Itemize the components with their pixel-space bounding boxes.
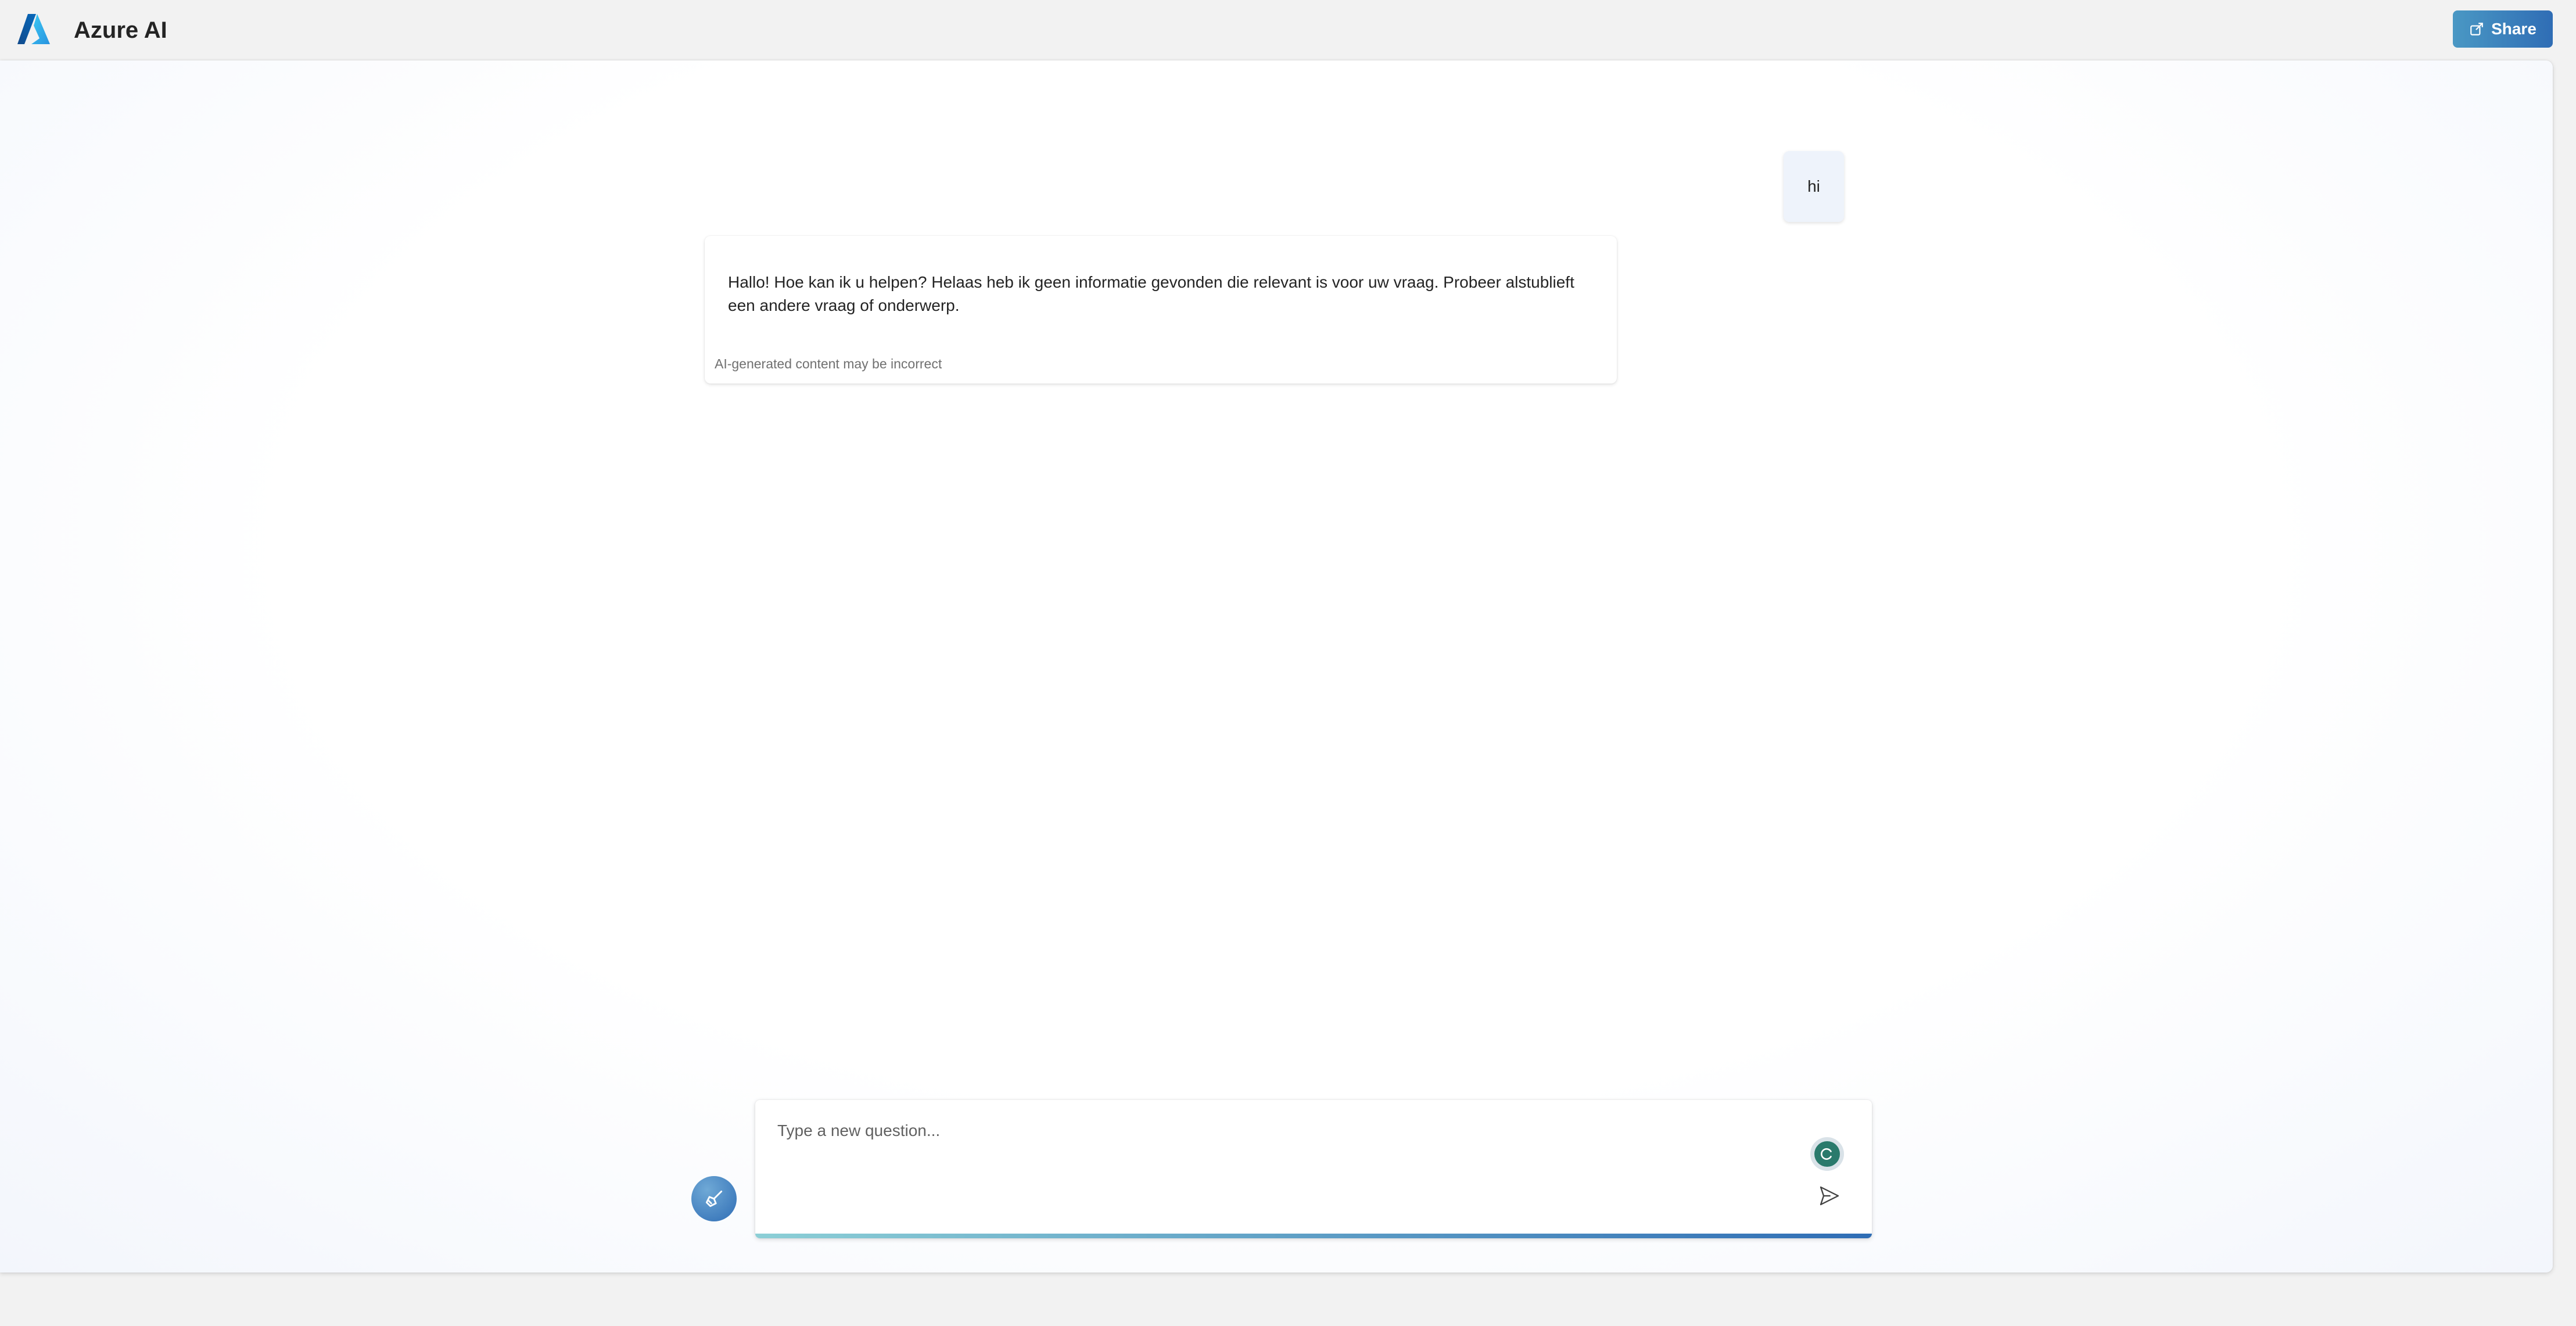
- question-composer: [755, 1100, 1872, 1238]
- user-message-text: hi: [1807, 177, 1820, 195]
- chat-panel: hi Hallo! Hoe kan ik u helpen? Helaas he…: [0, 60, 2553, 1273]
- clear-chat-button[interactable]: [691, 1176, 737, 1221]
- question-input[interactable]: [776, 1113, 1766, 1149]
- input-focus-bar: [755, 1234, 1872, 1238]
- app-title: Azure AI: [74, 17, 167, 43]
- user-message: hi: [1784, 151, 1844, 222]
- ai-disclaimer: AI-generated content may be incorrect: [715, 356, 942, 371]
- share-icon: [2470, 23, 2483, 35]
- send-icon: [1820, 1186, 1839, 1206]
- share-button[interactable]: Share: [2453, 10, 2553, 48]
- assistant-answer-card: Hallo! Hoe kan ik u helpen? Helaas heb i…: [705, 236, 1617, 384]
- assistant-status-icon[interactable]: [1810, 1137, 1844, 1171]
- app-header: Azure AI Share: [0, 0, 2576, 60]
- share-button-label: Share: [2491, 20, 2536, 38]
- azure-logo-icon: [17, 14, 50, 44]
- broom-icon: [705, 1190, 723, 1207]
- send-button[interactable]: [1816, 1182, 1843, 1209]
- assistant-message-text: Hallo! Hoe kan ik u helpen? Helaas heb i…: [728, 273, 1574, 314]
